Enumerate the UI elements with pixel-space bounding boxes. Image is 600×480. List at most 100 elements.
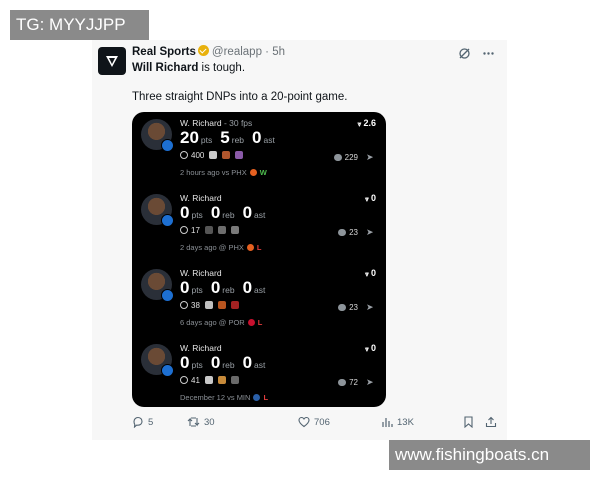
bookmark-button[interactable]	[463, 416, 474, 428]
like-button[interactable]: 706	[298, 416, 330, 428]
game-result: L	[256, 243, 262, 252]
mentioned-player: Will Richard	[132, 62, 199, 74]
tweet-time[interactable]: 5h	[272, 46, 285, 58]
stat-line: 0 pts 0 reb 0 ast	[180, 353, 266, 372]
team-logo-icon	[246, 244, 254, 251]
goat-icon	[209, 151, 218, 159]
send-icon[interactable]: ➤	[366, 152, 376, 162]
trend-icon: ⩔	[365, 346, 369, 353]
send-icon[interactable]: ➤	[366, 302, 376, 312]
like-count: 706	[314, 416, 330, 428]
watermark-top: TG: MYYJJPP	[10, 10, 149, 40]
stat-line: 20 pts 5 reb 0 ast	[180, 128, 275, 147]
assists-value: 0	[242, 278, 253, 297]
stat-line: 0 pts 0 reb 0 ast	[180, 203, 266, 222]
assists-value: 0	[242, 203, 253, 222]
comments[interactable]: 229	[333, 153, 358, 162]
player-avatar	[141, 119, 174, 152]
team-logo-icon	[253, 394, 261, 401]
repost-button[interactable]: 30	[187, 416, 215, 428]
game-row[interactable]: W. Richard 0 pts 0 reb 0 ast 17 2 days ago @ …	[132, 187, 386, 261]
stats-card[interactable]: W. Richard - 30 fps 20 pts 5 reb 0 ast 400 2 …	[132, 112, 386, 407]
game-result: L	[257, 318, 263, 327]
more-icon[interactable]	[481, 46, 495, 60]
stat-line: 0 pts 0 reb 0 ast	[180, 278, 266, 297]
emoji-icon	[204, 226, 213, 234]
player-name: W. Richard	[180, 193, 222, 203]
player-name: W. Richard	[180, 343, 222, 353]
player-avatar	[141, 269, 174, 302]
grok-icon[interactable]	[457, 46, 471, 60]
reactions: 17	[180, 226, 239, 235]
rebounds-value: 0	[210, 203, 221, 222]
bookmark-icon	[464, 416, 473, 428]
reply-button[interactable]: 5	[132, 416, 153, 428]
tweet[interactable]: Real Sports @realapp · 5h Will Richard is…	[92, 40, 507, 440]
smiley-icon	[180, 301, 188, 309]
rating: ⩔ 2.6	[357, 118, 376, 128]
team-logo-icon	[249, 169, 257, 176]
comments[interactable]: 23	[338, 303, 358, 312]
rating: ⩔ 0	[365, 343, 376, 353]
share-icon	[485, 416, 497, 428]
comment-icon	[338, 229, 347, 236]
goat-icon	[204, 301, 213, 309]
trend-icon: ⩔	[357, 121, 362, 128]
game-info: 2 hours ago vs PHX W	[180, 168, 267, 177]
share-button[interactable]	[485, 416, 497, 428]
author-name[interactable]: Real Sports	[132, 46, 196, 58]
watermark-bottom: www.fishingboats.cn	[389, 440, 590, 470]
rebounds-value: 5	[220, 128, 230, 147]
send-icon[interactable]: ➤	[366, 227, 376, 237]
reactions: 41	[180, 376, 239, 385]
player-name: W. Richard - 30 fps	[180, 118, 253, 128]
goat-icon	[204, 376, 213, 384]
smiley-icon	[180, 226, 188, 234]
team-logo-icon	[247, 319, 255, 326]
author-handle[interactable]: @realapp	[212, 46, 262, 58]
fire-icon	[222, 151, 231, 159]
game-info: December 12 vs MIN L	[180, 393, 269, 402]
verified-badge-icon	[197, 45, 209, 56]
emoji-icon	[217, 376, 226, 384]
game-result: L	[263, 393, 269, 402]
comment-icon	[338, 304, 347, 311]
rating: ⩔ 0	[365, 268, 376, 278]
comments[interactable]: 23	[338, 228, 358, 237]
real-sports-logo[interactable]	[98, 47, 126, 75]
emoji-icon	[230, 226, 239, 234]
points-value: 20	[180, 128, 199, 147]
game-row[interactable]: W. Richard - 30 fps 20 pts 5 reb 0 ast 400 2 …	[132, 112, 386, 186]
points-value: 0	[180, 353, 190, 372]
views-button[interactable]: 13K	[381, 416, 414, 428]
basketball-icon	[217, 301, 226, 309]
tweet-text-line-1: Will Richard is tough.	[132, 61, 245, 75]
emoji-icon	[217, 226, 226, 234]
reply-count: 5	[148, 416, 154, 428]
smiley-icon	[180, 376, 188, 384]
tweet-actions: 5 30 706 13K	[132, 416, 502, 432]
game-info: 6 days ago @ POR L	[180, 318, 263, 327]
smiley-icon	[180, 151, 188, 159]
comment-icon	[333, 154, 342, 161]
repost-count: 30	[204, 416, 215, 428]
assists-value: 0	[252, 128, 262, 147]
trend-icon: ⩔	[365, 196, 369, 203]
game-row[interactable]: W. Richard 0 pts 0 reb 0 ast 38 6 days ago @ …	[132, 262, 386, 336]
emoji-icon	[230, 376, 239, 384]
repost-icon	[187, 417, 200, 427]
player-name: W. Richard	[180, 268, 222, 278]
logo-icon	[106, 56, 118, 67]
emoji-icon	[235, 151, 244, 159]
send-icon[interactable]: ➤	[366, 377, 376, 387]
game-result: W	[259, 168, 267, 177]
player-avatar	[141, 344, 174, 377]
rebounds-value: 0	[210, 353, 221, 372]
header-actions	[457, 46, 495, 60]
comments[interactable]: 72	[338, 378, 358, 387]
points-value: 0	[180, 278, 190, 297]
assists-value: 0	[242, 353, 253, 372]
player-avatar	[141, 194, 174, 227]
tweet-header: Real Sports @realapp · 5h	[132, 45, 285, 59]
game-row[interactable]: W. Richard 0 pts 0 reb 0 ast 41 December 12 v…	[132, 337, 386, 407]
